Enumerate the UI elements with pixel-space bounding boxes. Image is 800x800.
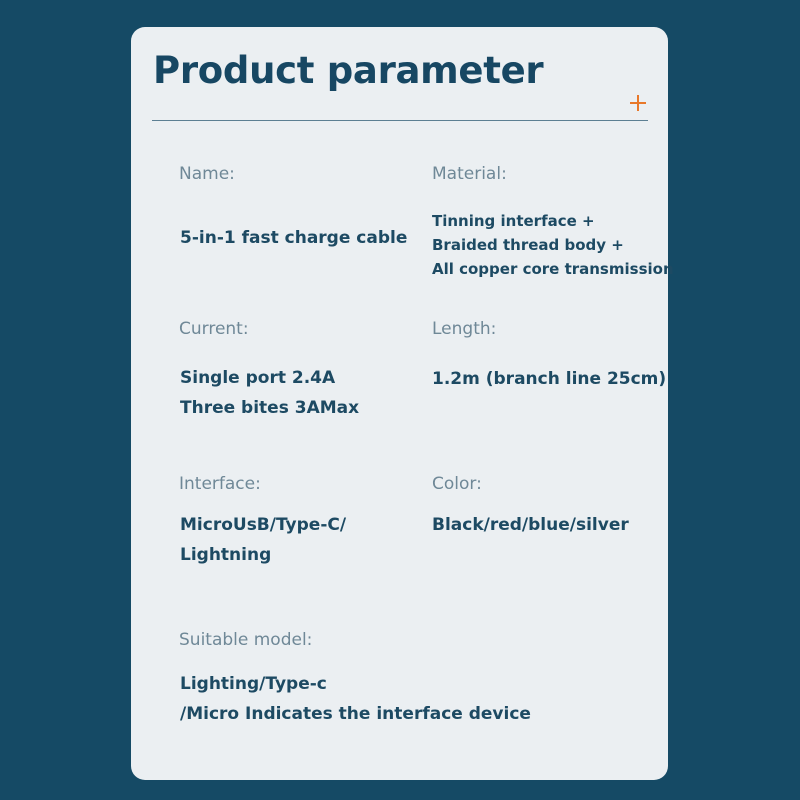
material-line: All copper core transmission [432,260,674,278]
material-line: Braided thread body + [432,236,624,254]
color-value: Black/red/blue/silver [432,515,629,535]
material-value: Tinning interface + Braided thread body … [432,209,674,281]
current-line: Three bites 3AMax [180,398,360,418]
color-label: Color: [432,474,482,494]
current-value: Single port 2.4A Three bites 3AMax [180,363,359,423]
suitable-model-line: /Micro Indicates the interface device [180,704,531,724]
current-label: Current: [179,319,249,339]
title-divider [152,120,648,121]
suitable-model-label: Suitable model: [179,630,313,650]
material-label: Material: [432,164,507,184]
product-parameter-card: Product parameter Name: 5-in-1 fast char… [131,27,674,780]
interface-line: MicroUsB/Type-C/ [180,515,347,535]
name-label: Name: [179,164,235,184]
interface-label: Interface: [179,474,261,494]
length-value: 1.2m (branch line 25cm) [432,369,667,389]
interface-value: MicroUsB/Type-C/ Lightning [180,510,346,570]
length-label: Length: [432,319,497,339]
suitable-model-line: Lighting/Type-c [180,674,327,694]
plus-icon [630,95,646,111]
page-title: Product parameter [153,49,544,92]
name-value: 5-in-1 fast charge cable [180,228,408,248]
current-line: Single port 2.4A [180,368,336,388]
material-line: Tinning interface + [432,212,595,230]
suitable-model-value: Lighting/Type-c /Micro Indicates the int… [180,669,531,729]
interface-line: Lightning [180,545,272,565]
